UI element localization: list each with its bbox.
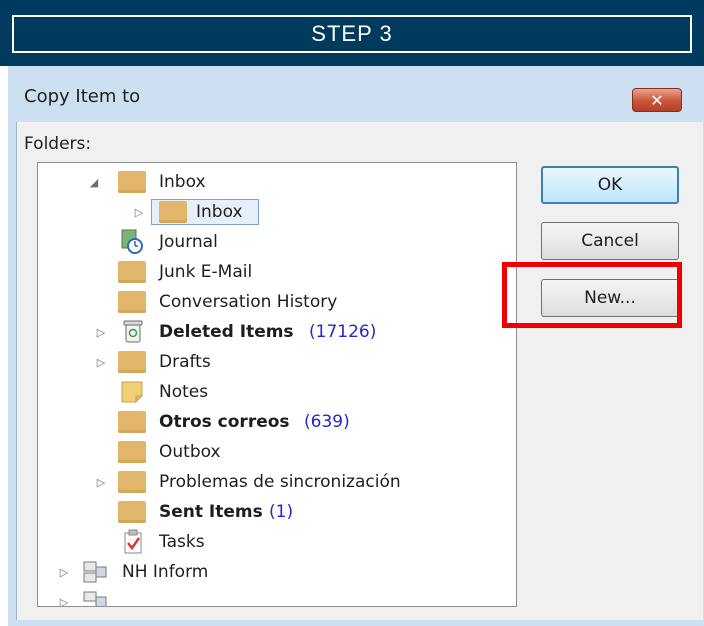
folder-icon [118, 291, 146, 313]
tree-item-label: Journal [159, 232, 218, 252]
dialog-title: Copy Item to [24, 86, 141, 107]
trash-icon [122, 319, 144, 345]
close-button[interactable]: ✕ [632, 88, 682, 112]
ok-button[interactable]: OK [541, 166, 679, 204]
folder-icon [118, 411, 146, 433]
tree-item-label: Inbox [196, 202, 243, 222]
step-banner-label: STEP 3 [12, 15, 692, 53]
tasks-icon [122, 529, 144, 555]
step-banner: STEP 3 [0, 0, 704, 66]
folders-label: Folders: [24, 134, 92, 154]
tree-item-label: Sent Items [159, 502, 263, 522]
tree-item-label: Tasks [159, 532, 205, 552]
expand-arrow-icon[interactable]: ▷ [133, 206, 145, 219]
tree-item-label: Deleted Items [159, 322, 294, 342]
journal-icon [118, 229, 146, 255]
folder-icon [118, 171, 146, 193]
mailbox-icon [82, 560, 108, 584]
folder-icon [118, 351, 146, 373]
tree-item-label: NH Inform [122, 562, 209, 582]
tree-item-label: Inbox [159, 172, 206, 192]
highlight-box [502, 262, 682, 328]
folder-icon [118, 501, 146, 523]
folder-tree[interactable]: ◢ Inbox ▷ Inbox Journal Junk E-Mail Conv… [37, 162, 517, 607]
tree-item-label: Drafts [159, 352, 211, 372]
collapse-arrow-icon[interactable]: ◢ [88, 176, 100, 189]
close-icon: ✕ [650, 90, 664, 110]
folder-icon [118, 261, 146, 283]
expand-arrow-icon[interactable]: ▷ [58, 566, 70, 579]
expand-arrow-icon[interactable]: ▷ [95, 356, 107, 369]
tree-item-label: Conversation History [159, 292, 338, 312]
folder-icon [118, 441, 146, 463]
expand-arrow-icon[interactable]: ▷ [95, 476, 107, 489]
notes-icon [120, 380, 144, 404]
expand-arrow-icon[interactable]: ▷ [58, 596, 70, 607]
unread-count: (17126) [309, 322, 377, 342]
tree-item-label: Junk E-Mail [159, 262, 253, 282]
tree-item-label: Notes [159, 382, 209, 402]
folder-icon [118, 471, 146, 493]
tree-item-label: Otros correos [159, 412, 290, 432]
unread-count: (639) [304, 412, 350, 432]
mailbox-icon [82, 590, 108, 606]
tree-item-label: Problemas de sincronización [159, 472, 401, 492]
folder-icon [159, 201, 187, 223]
cancel-button[interactable]: Cancel [541, 222, 679, 260]
tree-item-label: Outbox [159, 442, 221, 462]
expand-arrow-icon[interactable]: ▷ [95, 326, 107, 339]
unread-count: (1) [269, 502, 294, 522]
